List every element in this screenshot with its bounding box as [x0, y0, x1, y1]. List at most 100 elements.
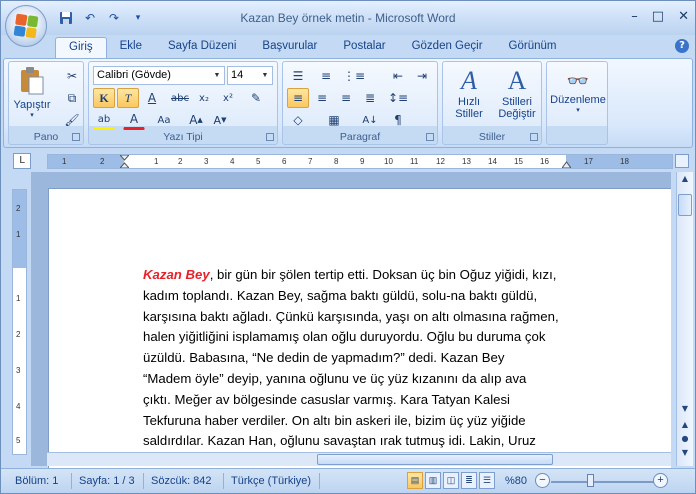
grow-font-icon[interactable]: A ▲: [185, 110, 207, 130]
zoom-slider[interactable]: [551, 481, 659, 483]
scroll-up-icon[interactable]: ▲: [678, 174, 692, 188]
ruler-tick: 12: [436, 157, 445, 166]
document-body[interactable]: Kazan Bey, bir gün bir şölen tertip etti…: [143, 265, 583, 452]
right-indent-marker-icon[interactable]: [562, 161, 571, 168]
editing-button[interactable]: 👓 Düzenleme ▾: [549, 68, 607, 114]
justify-icon[interactable]: ≣: [359, 88, 381, 108]
view-ruler-icon[interactable]: [675, 154, 689, 168]
ruler-tick: 18: [620, 157, 629, 166]
zoom-out-icon[interactable]: −: [535, 473, 550, 488]
maximize-icon[interactable]: □: [652, 9, 664, 24]
tab-gozden-gecir[interactable]: Gözden Geçir: [399, 37, 496, 59]
bold-button[interactable]: K: [93, 88, 115, 108]
previous-page-icon[interactable]: ▲: [678, 420, 692, 434]
binoculars-icon: 👓: [566, 71, 590, 91]
change-styles-button[interactable]: A Stilleri Değiştir: [493, 66, 541, 120]
superscript-icon[interactable]: x²: [217, 88, 239, 108]
font-name-combo[interactable]: Calibri (Gövde) ▼: [93, 66, 225, 85]
tab-basvurular[interactable]: Başvurular: [249, 37, 330, 59]
font-color-icon[interactable]: A: [123, 110, 145, 130]
bullets-icon[interactable]: ☰: [287, 66, 309, 86]
text-line: üzüldü. Babasına, “Ne dedin de yapmadım?…: [143, 350, 505, 366]
zoom-slider-thumb[interactable]: [587, 474, 594, 487]
decrease-indent-icon[interactable]: ⇤: [387, 66, 409, 86]
sort-icon[interactable]: A↓: [359, 110, 381, 130]
font-size-dropdown-icon[interactable]: ▼: [259, 68, 271, 83]
tab-giris[interactable]: Giriş: [55, 37, 107, 59]
minimize-icon[interactable]: –: [631, 9, 638, 24]
left-margin-area: [48, 155, 124, 168]
scroll-thumb[interactable]: [678, 194, 692, 216]
office-button[interactable]: [5, 5, 47, 47]
status-bar: Bölüm: 1 Sayfa: 1 / 3 Sözcük: 842 Türkçe…: [1, 468, 695, 493]
paste-button[interactable]: Yapıştır ▾: [13, 66, 51, 119]
zoom-level[interactable]: %80: [505, 475, 527, 487]
outline-icon[interactable]: ≣: [461, 472, 477, 489]
shrink-font-icon[interactable]: A ▼: [209, 110, 231, 130]
font-group: Calibri (Gövde) ▼ 14 ▼ K T A abc x₂ x² ✎…: [88, 61, 278, 145]
word-count[interactable]: Sözcük: 842: [151, 475, 212, 487]
web-layout-icon[interactable]: ◫: [443, 472, 459, 489]
editing-group: 👓 Düzenleme ▾: [546, 61, 608, 145]
horizontal-ruler[interactable]: 1 2 1 2 3 4 5 6 7 8 9 10 11 12 13 14 15 …: [47, 154, 673, 169]
format-painter-icon[interactable]: 🖌: [61, 110, 83, 130]
font-launcher-icon[interactable]: [266, 133, 274, 141]
language-indicator[interactable]: Türkçe (Türkiye): [231, 475, 311, 487]
cut-icon[interactable]: ✂: [61, 66, 83, 86]
section-indicator[interactable]: Bölüm: 1: [15, 475, 58, 487]
vertical-scrollbar[interactable]: ▲ ▼ ▲ ● ▼: [676, 172, 693, 466]
align-center-icon[interactable]: ≡: [311, 88, 333, 108]
italic-button[interactable]: T: [117, 88, 139, 108]
tab-sayfa-duzeni[interactable]: Sayfa Düzeni: [155, 37, 249, 59]
align-right-icon[interactable]: ≡: [335, 88, 357, 108]
text-line: Tekfuruna haber verdiler. On altı bin as…: [143, 412, 526, 428]
horizontal-scrollbar[interactable]: [47, 452, 671, 466]
tab-ekle[interactable]: Ekle: [107, 37, 155, 59]
font-size-combo[interactable]: 14 ▼: [227, 66, 273, 85]
quick-styles-button[interactable]: A Hızlı Stiller: [447, 66, 491, 120]
document-page[interactable]: Kazan Bey, bir gün bir şölen tertip etti…: [48, 188, 671, 488]
next-page-icon[interactable]: ▼: [678, 448, 692, 462]
multilevel-list-icon[interactable]: ⋮≡: [343, 66, 365, 86]
align-left-icon[interactable]: ≡: [287, 88, 309, 108]
styles-launcher-icon[interactable]: [530, 133, 538, 141]
font-name-dropdown-icon[interactable]: ▼: [211, 68, 223, 83]
full-screen-reading-icon[interactable]: ▥: [425, 472, 441, 489]
help-icon[interactable]: ?: [675, 39, 689, 53]
increase-indent-icon[interactable]: ⇥: [411, 66, 433, 86]
subscript-icon[interactable]: x₂: [193, 88, 215, 108]
close-icon[interactable]: ✕: [678, 9, 689, 24]
paragraph-group-label: Paragraf: [339, 131, 381, 143]
select-browse-object-icon[interactable]: ●: [678, 434, 692, 448]
paragraph-launcher-icon[interactable]: [426, 133, 434, 141]
draft-icon[interactable]: ☰: [479, 472, 495, 489]
line-spacing-icon[interactable]: ↕≡: [387, 88, 409, 108]
ruler-tick: 5: [16, 436, 21, 445]
ruler-tick: 4: [230, 157, 235, 166]
clear-formatting-icon[interactable]: ✎: [245, 88, 267, 108]
vertical-ruler[interactable]: 2 1 1 2 3 4 5: [12, 189, 27, 455]
print-layout-icon[interactable]: ▤: [407, 472, 423, 489]
highlight-icon[interactable]: ab: [93, 110, 115, 130]
show-paragraph-marks-icon[interactable]: ¶: [387, 110, 409, 130]
borders-icon[interactable]: ▦: [323, 110, 345, 130]
change-case-icon[interactable]: Aa: [153, 110, 175, 130]
hscroll-thumb[interactable]: [317, 454, 553, 465]
underline-button[interactable]: A: [141, 88, 163, 108]
numbering-icon[interactable]: ≡: [315, 66, 337, 86]
zoom-in-icon[interactable]: +: [653, 473, 668, 488]
tab-selector-icon[interactable]: L: [13, 153, 31, 169]
scroll-down-icon[interactable]: ▼: [678, 404, 692, 418]
page-indicator[interactable]: Sayfa: 1 / 3: [79, 475, 135, 487]
strikethrough-icon[interactable]: abc: [169, 88, 191, 108]
ruler-tick: 17: [584, 157, 593, 166]
ruler-tick: 9: [360, 157, 365, 166]
copy-icon[interactable]: ⧉: [61, 88, 83, 108]
shading-icon[interactable]: ◇: [287, 110, 309, 130]
paste-dropdown-icon[interactable]: ▾: [13, 111, 51, 119]
indent-marker-icon[interactable]: [120, 155, 129, 168]
clipboard-launcher-icon[interactable]: [72, 133, 80, 141]
tab-gorunum[interactable]: Görünüm: [496, 37, 570, 59]
tab-postalar[interactable]: Postalar: [330, 37, 398, 59]
ruler-row: L 1 2 1 2 3 4 5 6 7 8 9 10 11 12 13 14 1…: [1, 150, 695, 172]
